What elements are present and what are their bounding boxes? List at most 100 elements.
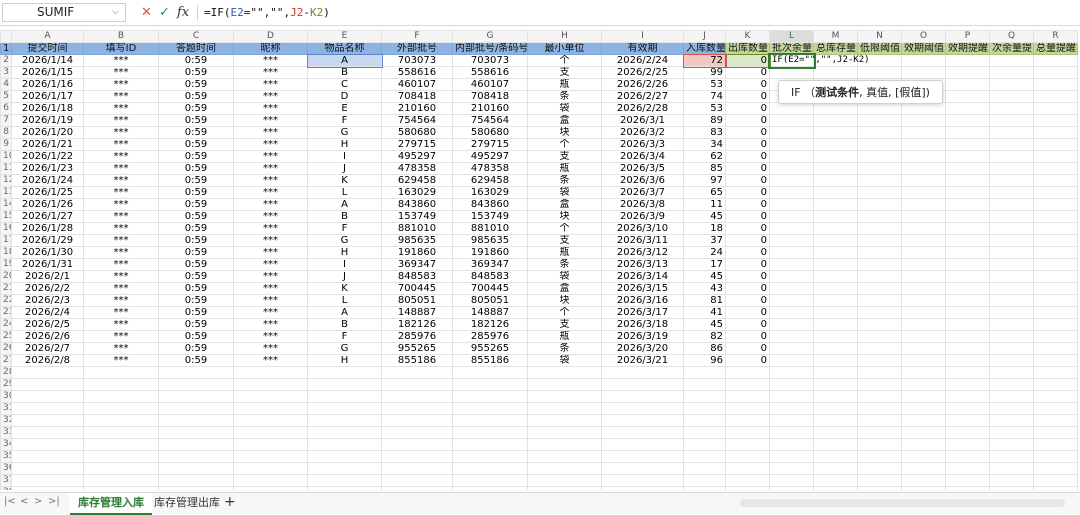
- cell[interactable]: [901, 426, 946, 439]
- cell[interactable]: [901, 330, 946, 343]
- column-header[interactable]: I: [601, 30, 684, 43]
- cell[interactable]: 153749: [452, 210, 528, 223]
- cell[interactable]: ***: [83, 306, 159, 319]
- cell-ref-j2[interactable]: 72: [682, 53, 727, 68]
- cell[interactable]: [945, 462, 990, 475]
- cell[interactable]: [307, 462, 382, 475]
- cell[interactable]: [945, 366, 990, 379]
- cell[interactable]: 2026/2/5: [11, 318, 84, 331]
- cell[interactable]: [989, 162, 1034, 175]
- cell[interactable]: [233, 462, 308, 475]
- cell[interactable]: [1033, 318, 1078, 331]
- cell[interactable]: 62: [683, 150, 726, 163]
- cell[interactable]: 2026/3/2: [601, 126, 684, 139]
- row-header[interactable]: 5: [0, 90, 12, 103]
- cell[interactable]: 0:59: [158, 222, 234, 235]
- column-header[interactable]: N: [857, 30, 902, 43]
- cell[interactable]: [989, 462, 1034, 475]
- cell[interactable]: [307, 438, 382, 451]
- cell[interactable]: [527, 378, 602, 391]
- cell[interactable]: 708418: [381, 90, 453, 103]
- row-header[interactable]: 6: [0, 102, 12, 115]
- header-cell[interactable]: 总量提醒: [1033, 42, 1078, 55]
- cell[interactable]: 个: [527, 306, 602, 319]
- cell[interactable]: 96: [683, 354, 726, 367]
- cell[interactable]: [901, 162, 946, 175]
- cell[interactable]: [381, 402, 453, 415]
- cell[interactable]: D: [307, 90, 382, 103]
- select-all-corner[interactable]: [0, 30, 12, 43]
- cell[interactable]: [989, 90, 1034, 103]
- cell[interactable]: [683, 462, 726, 475]
- cell[interactable]: 0: [725, 114, 770, 127]
- cell[interactable]: [989, 354, 1034, 367]
- cell[interactable]: [857, 342, 902, 355]
- cell[interactable]: [945, 318, 990, 331]
- cell[interactable]: [11, 486, 84, 490]
- cell[interactable]: 盒: [527, 198, 602, 211]
- cell[interactable]: ***: [233, 234, 308, 247]
- prev-sheet-icon[interactable]: <: [20, 496, 28, 507]
- cell[interactable]: 2026/3/15: [601, 282, 684, 295]
- column-header[interactable]: K: [725, 30, 770, 43]
- cell[interactable]: H: [307, 246, 382, 259]
- header-cell[interactable]: 填写ID: [83, 42, 159, 55]
- cell[interactable]: 袋: [527, 186, 602, 199]
- cell[interactable]: [769, 246, 814, 259]
- cell[interactable]: [901, 414, 946, 427]
- cell[interactable]: 0:59: [158, 234, 234, 247]
- cell[interactable]: 支: [527, 318, 602, 331]
- cell[interactable]: 24: [683, 246, 726, 259]
- cell[interactable]: [769, 294, 814, 307]
- cell[interactable]: [158, 402, 234, 415]
- cell[interactable]: 2026/3/12: [601, 246, 684, 259]
- cell[interactable]: 279715: [452, 138, 528, 151]
- cell[interactable]: [945, 474, 990, 487]
- header-cell[interactable]: 内部批号/条码号: [452, 42, 528, 55]
- cell[interactable]: [813, 390, 858, 403]
- cell[interactable]: [989, 114, 1034, 127]
- cell[interactable]: 279715: [381, 138, 453, 151]
- cell[interactable]: [857, 162, 902, 175]
- cell[interactable]: [813, 114, 858, 127]
- cell[interactable]: [11, 414, 84, 427]
- cell[interactable]: [945, 234, 990, 247]
- cell[interactable]: [11, 426, 84, 439]
- cell[interactable]: [857, 138, 902, 151]
- cell[interactable]: G: [307, 234, 382, 247]
- cell[interactable]: [158, 378, 234, 391]
- cell[interactable]: [901, 258, 946, 271]
- cell[interactable]: [725, 366, 770, 379]
- cell[interactable]: 2026/1/27: [11, 210, 84, 223]
- cell[interactable]: ***: [233, 150, 308, 163]
- cell[interactable]: [452, 366, 528, 379]
- cell[interactable]: [1033, 330, 1078, 343]
- row-header[interactable]: 3: [0, 66, 12, 79]
- cell[interactable]: [601, 486, 684, 490]
- cell[interactable]: [901, 366, 946, 379]
- cell[interactable]: ***: [83, 222, 159, 235]
- cell[interactable]: 0:59: [158, 162, 234, 175]
- cell[interactable]: [233, 378, 308, 391]
- cell[interactable]: [527, 414, 602, 427]
- cell[interactable]: [945, 246, 990, 259]
- column-header[interactable]: C: [158, 30, 234, 43]
- cell[interactable]: [813, 150, 858, 163]
- cell[interactable]: 18: [683, 222, 726, 235]
- cell[interactable]: [813, 330, 858, 343]
- cell[interactable]: [233, 474, 308, 487]
- cell[interactable]: [527, 438, 602, 451]
- cell[interactable]: 0: [725, 258, 770, 271]
- cell[interactable]: [945, 270, 990, 283]
- cell[interactable]: [857, 438, 902, 451]
- cell[interactable]: [901, 342, 946, 355]
- cell[interactable]: [813, 126, 858, 139]
- cell[interactable]: [901, 198, 946, 211]
- cell[interactable]: [83, 390, 159, 403]
- cell[interactable]: [813, 450, 858, 463]
- cell[interactable]: [857, 126, 902, 139]
- cell[interactable]: [857, 270, 902, 283]
- cell[interactable]: 0:59: [158, 66, 234, 79]
- cell[interactable]: ***: [83, 162, 159, 175]
- cell[interactable]: [945, 150, 990, 163]
